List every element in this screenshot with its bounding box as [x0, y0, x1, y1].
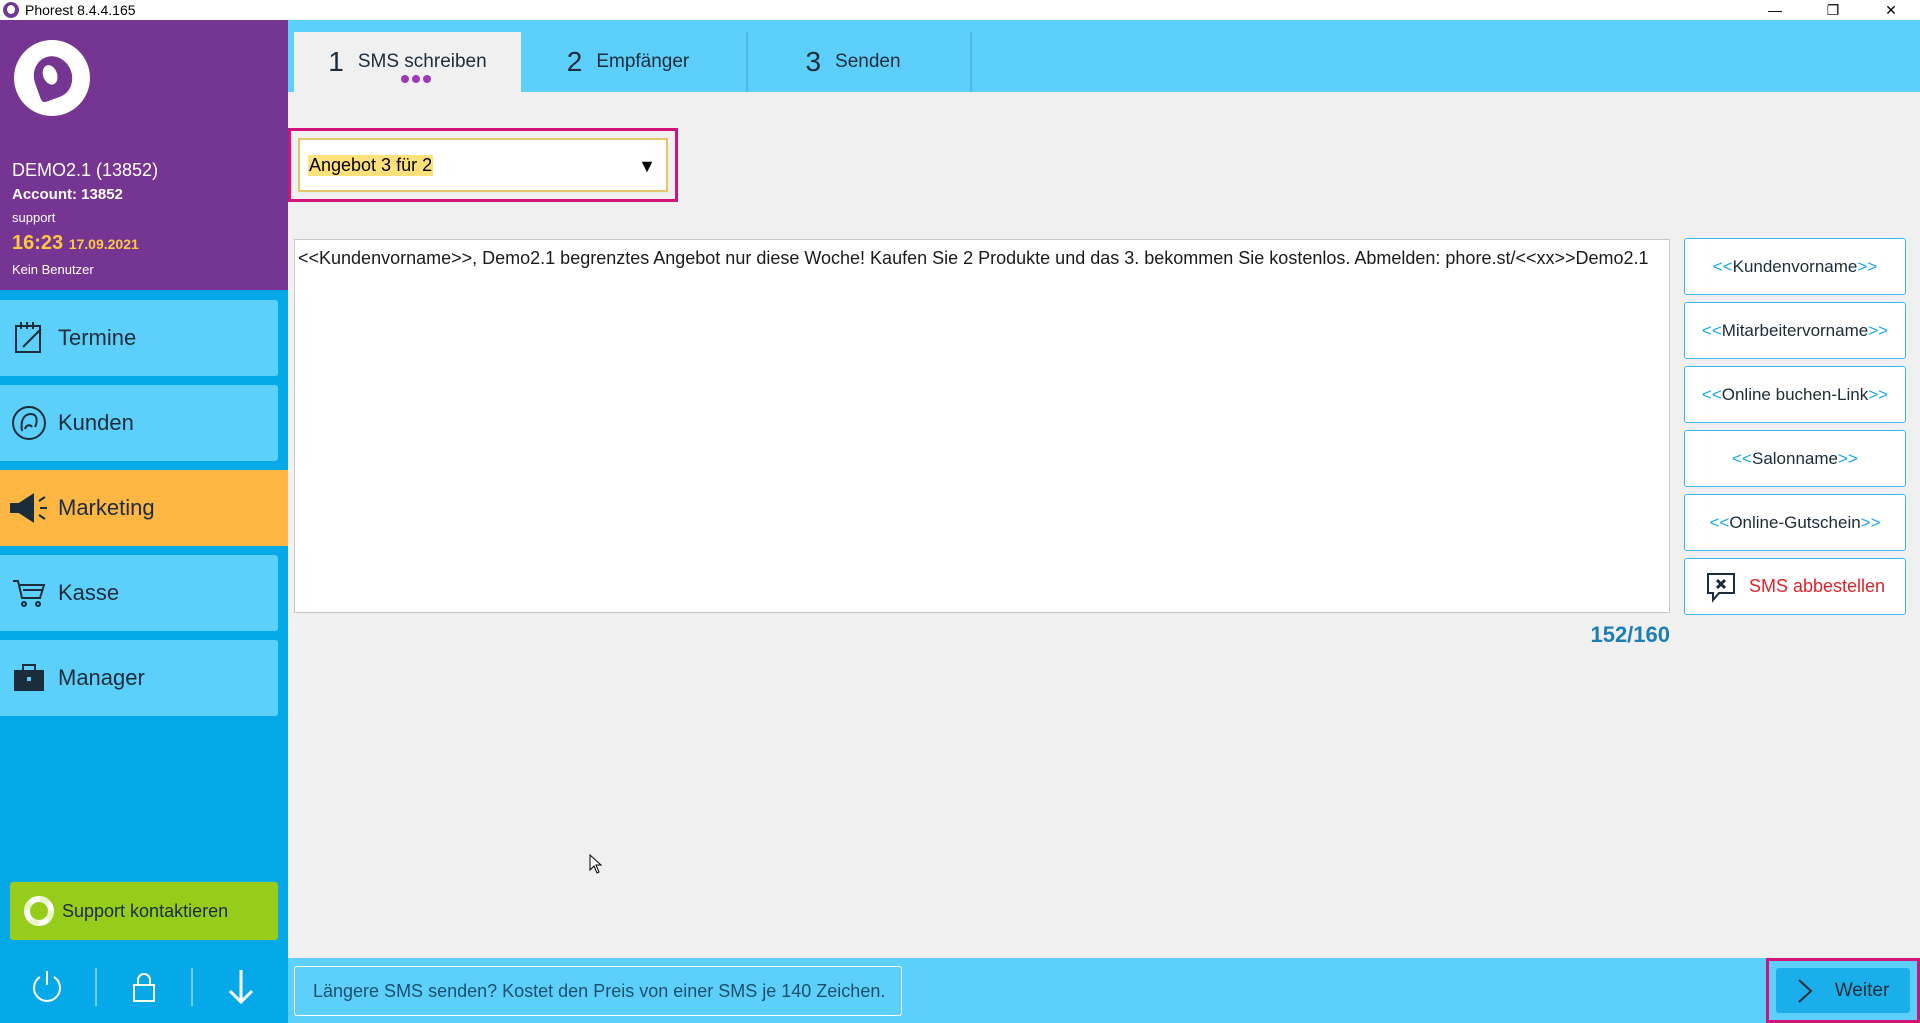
arrow-down-icon [228, 969, 253, 1004]
placeholder-online-buchen-link-button[interactable]: << Online buchen-Link >> [1684, 366, 1906, 423]
briefcase-icon [0, 640, 58, 716]
client-head-icon [0, 385, 58, 461]
placeholder-label: Online-Gutschein [1729, 512, 1861, 532]
active-indicator-dots [401, 75, 431, 83]
bracket-open: << [1701, 384, 1722, 404]
tab-number: 3 [805, 46, 822, 77]
minimize-button[interactable]: — [1746, 0, 1804, 20]
sidebar-item-termine[interactable]: Termine [0, 300, 278, 376]
sidebar-item-label: Kunden [58, 410, 134, 435]
download-button[interactable] [193, 950, 288, 1023]
clock-time: 16:23 [12, 232, 64, 254]
power-button[interactable] [0, 950, 95, 1023]
sms-message-textarea[interactable]: <<Kundenvorname>>, Demo2.1 begrenztes An… [294, 239, 1670, 613]
sidebar-item-label: Manager [58, 665, 145, 690]
profile-panel: DEMO2.1 (13852) Account: 13852 support 1… [0, 20, 288, 290]
sidebar-item-kasse[interactable]: Kasse [0, 555, 278, 631]
account-number: Account: 13852 [12, 186, 123, 203]
placeholder-mitarbeitervorname-button[interactable]: << Mitarbeitervorname >> [1684, 302, 1906, 359]
speech-bubble-x-icon [1706, 572, 1735, 603]
window-controls: — ❐ ✕ [1746, 0, 1920, 20]
logged-user: support [12, 210, 56, 225]
sidebar-item-label: Marketing [58, 495, 155, 520]
no-user-label: Kein Benutzer [12, 262, 94, 277]
placeholder-label: Salonname [1751, 448, 1838, 468]
megaphone-icon [0, 470, 58, 546]
phorest-app-icon [3, 2, 19, 18]
wizard-tabs: 1 SMS schreiben 2 Empfänger 3 Senden [288, 20, 1920, 92]
sidebar-bottom-toolbar [0, 950, 288, 1023]
next-button-highlight: Weiter [1766, 958, 1920, 1023]
next-label: Weiter [1834, 979, 1890, 1001]
dropdown-arrow-icon[interactable]: ▼ [638, 156, 656, 177]
lock-icon [133, 972, 155, 1002]
bracket-open: << [1709, 512, 1730, 532]
sidebar-item-label: Termine [58, 325, 137, 350]
placeholder-kundenvorname-button[interactable]: << Kundenvorname >> [1684, 238, 1906, 295]
long-sms-info: Längere SMS senden? Kostet den Preis von… [294, 966, 902, 1016]
chevron-right-icon [1798, 978, 1813, 1003]
sms-unsubscribe-label: SMS abbestellen [1748, 576, 1886, 596]
next-button[interactable]: Weiter [1776, 968, 1910, 1013]
window-title: Phorest 8.4.4.165 [25, 2, 136, 18]
sidebar-item-marketing[interactable]: Marketing [0, 470, 288, 546]
bracket-close: >> [1838, 448, 1858, 468]
tab-divider [970, 32, 972, 92]
bracket-close: >> [1860, 512, 1881, 532]
bracket-open: << [1732, 448, 1752, 468]
tab-number: 2 [566, 46, 583, 77]
support-contact-button[interactable]: Support kontaktieren [10, 882, 278, 940]
sidebar-item-label: Kasse [58, 580, 120, 605]
bracket-close: >> [1857, 256, 1878, 276]
template-select-value: Angebot 3 für 2 [308, 154, 434, 176]
cart-icon [0, 555, 58, 631]
bracket-open: << [1712, 256, 1733, 276]
placeholder-label: Kundenvorname [1732, 256, 1858, 276]
tab-sms-schreiben[interactable]: 1 SMS schreiben [294, 32, 521, 92]
tab-label: SMS schreiben [357, 51, 487, 72]
clock: 16:23 17.09.2021 [12, 232, 139, 255]
clock-date: 17.09.2021 [68, 236, 139, 252]
tab-label: Senden [835, 51, 901, 72]
sms-unsubscribe-button[interactable]: SMS abbestellen [1684, 558, 1906, 615]
calendar-edit-icon [0, 300, 58, 376]
lock-button[interactable] [97, 950, 192, 1023]
template-select[interactable]: Angebot 3 für 2 ▼ [298, 138, 668, 192]
lifebuoy-icon [24, 896, 54, 926]
placeholder-label: Online buchen-Link [1721, 384, 1869, 404]
placeholder-salonname-button[interactable]: << Salonname >> [1684, 430, 1906, 487]
template-select-highlight: Angebot 3 für 2 ▼ [288, 128, 678, 202]
sidebar-item-kunden[interactable]: Kunden [0, 385, 278, 461]
mouse-cursor-icon [589, 854, 603, 874]
tab-senden[interactable]: 3 Senden [748, 32, 958, 92]
bracket-close: >> [1868, 320, 1889, 340]
placeholder-label: Mitarbeitervorname [1721, 320, 1869, 340]
restore-button[interactable]: ❐ [1804, 0, 1862, 20]
bracket-close: >> [1868, 384, 1889, 404]
sidebar: DEMO2.1 (13852) Account: 13852 support 1… [0, 20, 288, 1023]
sidebar-item-manager[interactable]: Manager [0, 640, 278, 716]
bracket-open: << [1701, 320, 1722, 340]
power-icon [33, 970, 62, 1002]
tab-label: Empfänger [596, 51, 690, 72]
phorest-logo [14, 40, 90, 116]
tab-empfaenger[interactable]: 2 Empfänger [523, 32, 733, 92]
support-label: Support kontaktieren [62, 900, 229, 921]
close-button[interactable]: ✕ [1862, 0, 1920, 20]
placeholder-online-gutschein-button[interactable]: << Online-Gutschein >> [1684, 494, 1906, 551]
tab-number: 1 [328, 46, 344, 77]
title-bar: Phorest 8.4.4.165 — ❐ ✕ [0, 0, 1920, 20]
character-counter: 152/160 [1590, 622, 1670, 647]
account-name: DEMO2.1 (13852) [12, 160, 159, 180]
footer-bar: Längere SMS senden? Kostet den Preis von… [288, 958, 1920, 1023]
